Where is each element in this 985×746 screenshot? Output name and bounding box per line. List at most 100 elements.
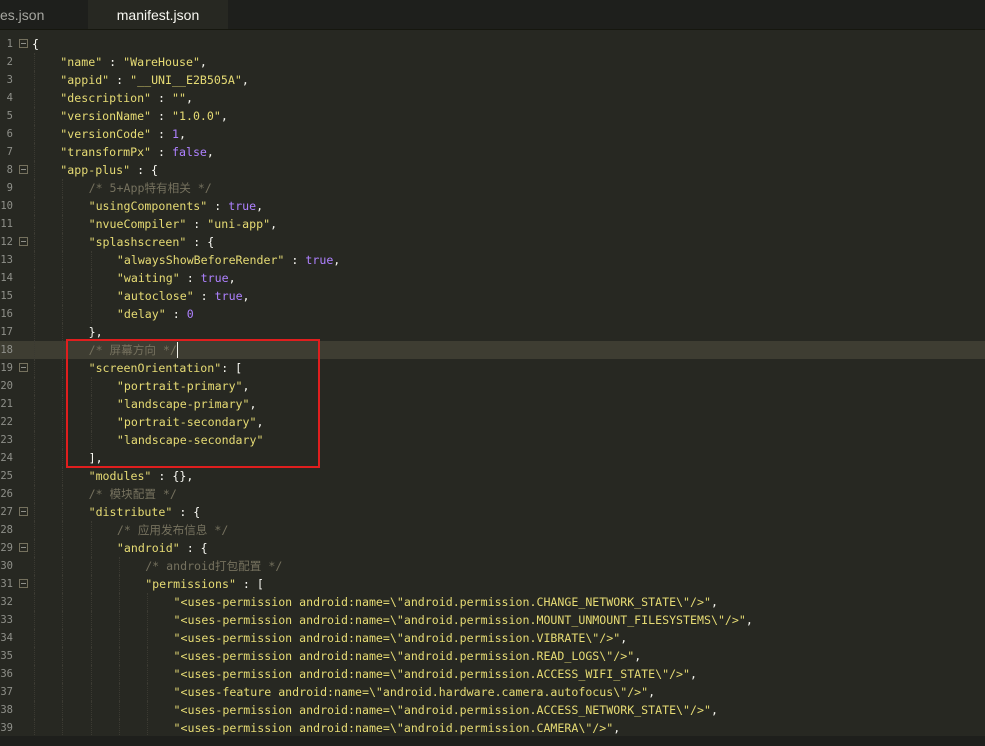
code-token: "<uses-permission android:name=\"android… (173, 649, 635, 663)
code-text: "usingComponents" : true, (89, 197, 264, 215)
indent-guide (118, 647, 120, 665)
fold-toggle-icon[interactable] (19, 579, 28, 588)
code-token: "nvueCompiler" (88, 217, 187, 231)
code-line[interactable]: 27 "distribute" : { (0, 503, 985, 521)
indent-guide (34, 125, 35, 143)
indent-guide (34, 647, 35, 665)
indent-guide (62, 287, 64, 305)
indent-guide (147, 665, 149, 683)
fold-toggle-icon[interactable] (19, 165, 28, 174)
code-line[interactable]: 32 "<uses-permission android:name=\"andro… (0, 593, 985, 611)
code-text: "waiting" : true, (117, 269, 236, 287)
line-number: 9 (6, 182, 13, 194)
code-line[interactable]: 3 "appid" : "__UNI__E2B505A", (0, 71, 985, 89)
code-line[interactable]: 34 "<uses-permission android:name=\"andro… (0, 629, 985, 647)
code-line[interactable]: 28 /* 应用发布信息 */ (0, 521, 985, 539)
code-line[interactable]: 15 "autoclose" : true, (0, 287, 985, 305)
tab-manifest-json[interactable]: manifest.json (88, 0, 228, 29)
indent-guide (34, 71, 35, 89)
code-text: "<uses-permission android:name=\"android… (174, 665, 698, 683)
code-line[interactable]: 13 "alwaysShowBeforeRender" : true, (0, 251, 985, 269)
code-line[interactable]: 31 "permissions" : [ (0, 575, 985, 593)
code-line[interactable]: 4 "description" : "", (0, 89, 985, 107)
line-number: 11 (0, 218, 13, 230)
code-line[interactable]: 11 "nvueCompiler" : "uni-app", (0, 215, 985, 233)
line-number: 10 (0, 200, 13, 212)
code-line[interactable]: 35 "<uses-permission android:name=\"andro… (0, 647, 985, 665)
code-line[interactable]: 9 /* 5+App特有相关 */ (0, 179, 985, 197)
indent-guide (34, 161, 35, 179)
code-line[interactable]: 2 "name" : "WareHouse", (0, 53, 985, 71)
code-token: true (200, 271, 229, 285)
code-line[interactable]: 39 "<uses-permission android:name=\"andro… (0, 719, 985, 736)
indent-guide (34, 107, 35, 125)
fold-toggle-icon[interactable] (19, 507, 28, 516)
fold-toggle-icon[interactable] (19, 39, 28, 48)
code-line[interactable]: 1{ (0, 35, 985, 53)
code-line[interactable]: 26 /* 模块配置 */ (0, 485, 985, 503)
line-number: 25 (0, 470, 13, 482)
fold-toggle-icon[interactable] (19, 543, 28, 552)
line-number: 31 (0, 578, 13, 590)
code-token: : (151, 127, 172, 141)
horizontal-scrollbar[interactable] (0, 736, 985, 746)
code-token: : (102, 55, 124, 69)
code-token: , (185, 91, 193, 105)
indent-guide (62, 413, 64, 431)
code-line[interactable]: 36 "<uses-permission android:name=\"andro… (0, 665, 985, 683)
fold-toggle-icon[interactable] (19, 363, 28, 372)
code-line[interactable]: 38 "<uses-permission android:name=\"andro… (0, 701, 985, 719)
code-line[interactable]: 30 /* android打包配置 */ (0, 557, 985, 575)
code-line[interactable]: 14 "waiting" : true, (0, 269, 985, 287)
code-text: /* 模块配置 */ (89, 485, 177, 503)
line-number: 37 (0, 686, 13, 698)
code-line[interactable]: 7 "transformPx" : false, (0, 143, 985, 161)
code-line[interactable]: 25 "modules" : {}, (0, 467, 985, 485)
code-line[interactable]: 37 "<uses-feature android:name=\"android.… (0, 683, 985, 701)
code-token: 1 (172, 127, 179, 141)
code-line[interactable]: 6 "versionCode" : 1, (0, 125, 985, 143)
code-line[interactable]: 29 "android" : { (0, 539, 985, 557)
indent-guide (118, 593, 120, 611)
code-token: : { (186, 235, 215, 249)
code-line[interactable]: 12 "splashscreen" : { (0, 233, 985, 251)
code-line[interactable]: 33 "<uses-permission android:name=\"andro… (0, 611, 985, 629)
code-token: , (241, 73, 249, 87)
code-line[interactable]: 10 "usingComponents" : true, (0, 197, 985, 215)
indent-guide (34, 575, 35, 593)
indent-guide (90, 269, 92, 287)
indent-guide (118, 719, 120, 736)
code-line[interactable]: 8 "app-plus" : { (0, 161, 985, 179)
indent-guide (34, 359, 35, 377)
indent-guide (62, 701, 64, 719)
code-token: "app-plus" (60, 163, 131, 177)
code-text: "name" : "WareHouse", (60, 53, 207, 71)
code-token: "permissions" (145, 577, 236, 591)
code-line[interactable]: 16 "delay" : 0 (0, 305, 985, 323)
line-number: 15 (0, 290, 13, 302)
code-text: "versionName" : "1.0.0", (60, 107, 228, 125)
code-token: "modules" (88, 469, 152, 483)
indent-guide (90, 251, 92, 269)
indent-guide (34, 89, 35, 107)
code-line[interactable]: 5 "versionName" : "1.0.0", (0, 107, 985, 125)
code-token: : { (179, 541, 208, 555)
indent-guide (62, 197, 64, 215)
indent-guide (62, 251, 64, 269)
indent-guide (62, 395, 64, 413)
tab-es-json[interactable]: es.json (0, 0, 88, 29)
indent-guide (62, 359, 64, 377)
code-text: "description" : "", (60, 89, 193, 107)
fold-toggle-icon[interactable] (19, 237, 28, 246)
code-token: : { (172, 505, 201, 519)
code-token: "appid" (60, 73, 110, 87)
code-token: "WareHouse" (123, 55, 200, 69)
code-text: "nvueCompiler" : "uni-app", (89, 215, 278, 233)
indent-guide (90, 575, 92, 593)
code-token: "<uses-permission android:name=\"android… (173, 613, 746, 627)
line-number: 19 (0, 362, 13, 374)
line-number: 35 (0, 650, 13, 662)
indent-guide (62, 629, 64, 647)
code-token: "transformPx" (60, 145, 152, 159)
indent-guide (34, 395, 35, 413)
